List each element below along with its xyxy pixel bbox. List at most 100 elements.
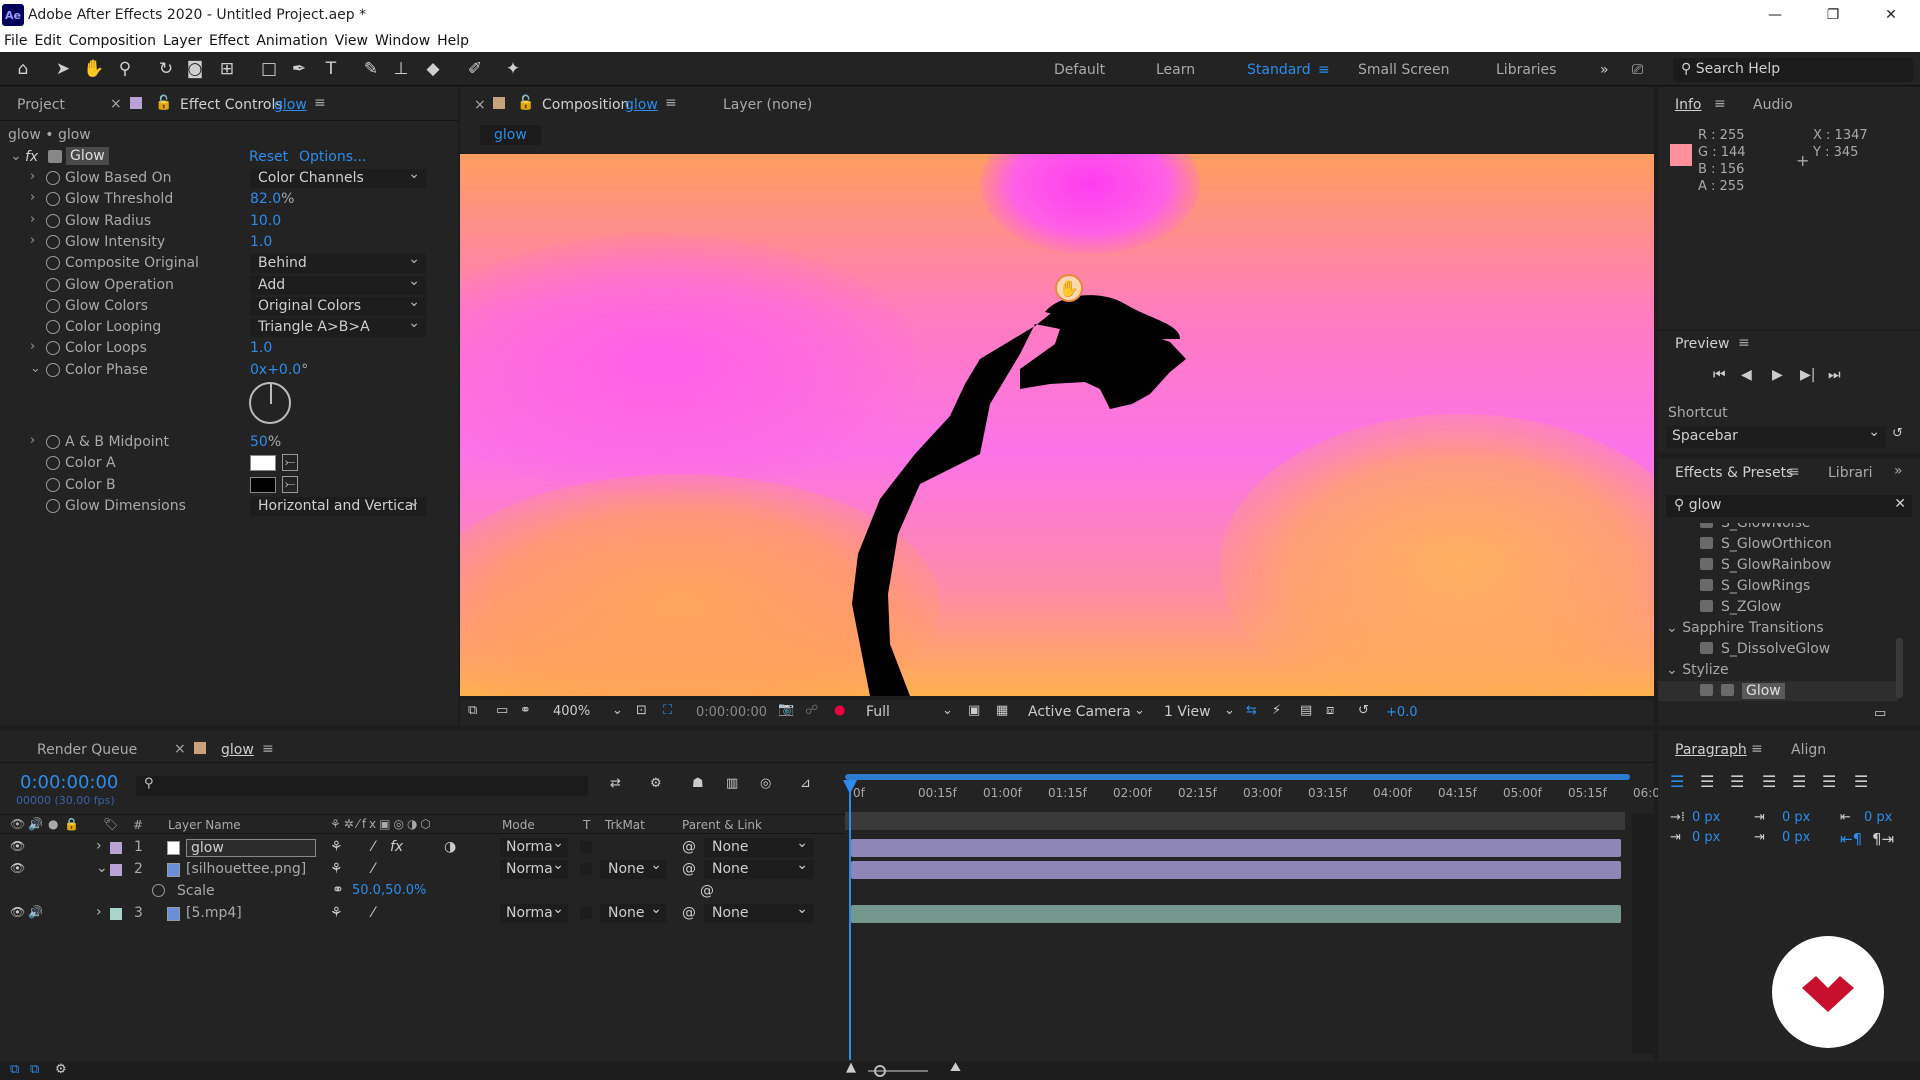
quality-switch-icon[interactable]: ⁄ [372,905,374,921]
menu-effect[interactable]: Effect [209,33,249,49]
fast-previews-icon[interactable]: ⚡ [1272,703,1281,718]
ltr-direction-icon[interactable]: ⇤¶ [1840,830,1862,848]
audio-icon[interactable]: 🔊 [28,905,43,919]
first-line-indent-value[interactable]: 0 px [1692,830,1720,845]
new-folder-icon[interactable]: ▭ [1874,706,1886,721]
property-value[interactable]: 0x+0.0° [250,362,308,378]
chevron-down-icon[interactable]: ⌄ [942,703,953,718]
close-tab-icon[interactable]: × [474,97,486,113]
stopwatch-icon[interactable] [46,498,60,513]
tab-composition[interactable]: Composition [542,97,629,113]
eye-icon[interactable]: 👁 [10,905,25,919]
first-frame-icon[interactable]: ⏮ [1713,367,1726,383]
eyedropper-icon[interactable]: ⤚ [282,475,299,493]
stopwatch-icon[interactable] [46,341,60,356]
effect-item[interactable]: S_GlowOrthicon [1700,536,1832,552]
preserve-transparency-checkbox[interactable] [580,841,592,853]
monitor-icon[interactable]: ▭ [496,703,508,718]
always-preview-icon[interactable]: ⧉ [468,703,477,718]
effect-item-selected[interactable]: Glow [1700,683,1785,699]
stopwatch-icon[interactable] [46,477,60,492]
header-mode[interactable]: Mode [502,818,535,832]
type-icon[interactable]: T [320,58,342,80]
stopwatch-icon[interactable] [46,320,60,335]
reset-icon[interactable]: ↺ [1892,426,1903,441]
layer-duration-bar[interactable] [851,861,1621,879]
draft-3d-icon[interactable]: ⚙ [650,776,662,791]
shy-switch-icon[interactable]: ⚘ [330,839,343,855]
chevron-right-icon[interactable]: › [30,233,35,248]
tab-effect-controls[interactable]: Effect Controls [180,97,283,113]
panel-menu-icon[interactable]: ≡ [1738,335,1750,351]
preserve-transparency-checkbox[interactable] [580,907,592,919]
resolution-dropdown[interactable]: Full [866,704,890,720]
eye-icon[interactable]: 👁 [10,839,25,853]
pick-whip-icon[interactable]: @ [682,861,696,877]
toggle-pixel-aspect-icon[interactable]: ⇆ [1246,703,1257,718]
align-left-icon[interactable]: ☰ [1670,772,1684,791]
property-value[interactable]: 82.0% [250,191,294,207]
tab-paragraph[interactable]: Paragraph [1675,742,1747,758]
effect-group[interactable]: ⌄ Stylize [1666,662,1729,678]
align-center-icon[interactable]: ☰ [1700,772,1714,791]
panel-menu-icon[interactable]: ≡ [1714,96,1726,112]
effect-name[interactable]: Glow [66,147,109,165]
layer-duration-bar[interactable] [851,905,1621,923]
color-swatch[interactable] [250,455,276,472]
exposure-value[interactable]: +0.0 [1386,705,1418,720]
comp-name[interactable]: glow [625,97,658,113]
fx-toggle[interactable]: fx [25,149,38,165]
shy-icon[interactable]: ☗ [692,776,704,791]
stopwatch-icon[interactable] [46,298,60,313]
zoom-dropdown[interactable]: 400% [553,704,590,719]
close-window-button[interactable]: ✕ [1862,7,1920,23]
tab-effects-presets[interactable]: Effects & Presets [1675,465,1793,481]
zoom-in-icon[interactable]: ⛰ [950,1060,961,1075]
close-tab-icon[interactable]: × [174,741,186,757]
more-tabs-icon[interactable]: » [1894,463,1903,479]
fit-icon[interactable]: ⊡ [636,703,647,718]
layer-label-color[interactable] [110,864,122,876]
tab-layer[interactable]: Layer (none) [723,97,812,113]
justify-all-icon[interactable]: ☰ [1854,772,1868,791]
home-icon[interactable]: ⌂ [12,58,34,80]
align-right-icon[interactable]: ☰ [1730,772,1744,791]
rotate-icon[interactable]: ↻ [155,58,177,80]
pick-whip-icon[interactable]: @ [682,839,696,855]
brush-icon[interactable]: ✎ [360,58,382,80]
puppet-pin-icon[interactable]: ✦ [502,58,524,80]
effect-item[interactable]: S_GlowRainbow [1700,557,1831,573]
composition-mini-flowchart-icon[interactable]: ⇄ [610,776,621,791]
next-frame-icon[interactable]: ▶| [1800,367,1815,383]
workspace-default[interactable]: Default [1054,62,1105,78]
property-dropdown[interactable]: Add [250,273,426,295]
stopwatch-icon[interactable] [152,884,165,897]
layer-switches-icon[interactable]: ⧉ [10,1062,19,1077]
stopwatch-icon[interactable] [46,192,60,207]
parent-dropdown[interactable]: None ⌄ [704,857,814,879]
tab-project[interactable]: Project [17,97,65,113]
lock-icon[interactable]: 🔓 [155,95,172,111]
snapshot-camera-icon[interactable]: 📷 [778,702,794,717]
rtl-direction-icon[interactable]: ¶⇥ [1872,830,1894,848]
frame-blending-icon[interactable]: ▥ [726,776,738,791]
search-help-input[interactable]: ⚲ Search Help [1673,58,1913,82]
effect-group[interactable]: ⌄ Sapphire Transitions [1666,620,1824,636]
panel-menu-icon[interactable]: ≡ [314,95,326,111]
tab-info[interactable]: Info [1675,97,1702,113]
eyedropper-icon[interactable]: ⤚ [282,454,299,472]
minimize-button[interactable]: — [1746,7,1804,23]
layer-duration-bar[interactable] [851,839,1621,857]
stopwatch-icon[interactable] [46,171,60,185]
parent-dropdown[interactable]: None ⌄ [704,835,814,857]
layer-name[interactable]: [5.mp4] [186,905,242,921]
comp-subtab[interactable]: glow [480,125,541,145]
property-row[interactable]: Scale ⚭ 50.0,50.0% @ [0,881,840,903]
lock-icon[interactable]: 🔓 [517,95,534,111]
mask-icon[interactable]: ⚭ [520,703,531,718]
effect-item[interactable]: S_GlowRings [1700,578,1810,594]
chevron-down-icon[interactable]: ⌄ [96,860,108,876]
label-icon[interactable]: 🏷 [103,817,118,831]
workspace-standard[interactable]: Standard [1247,62,1311,78]
workspace-small-screen[interactable]: Small Screen [1358,62,1449,78]
